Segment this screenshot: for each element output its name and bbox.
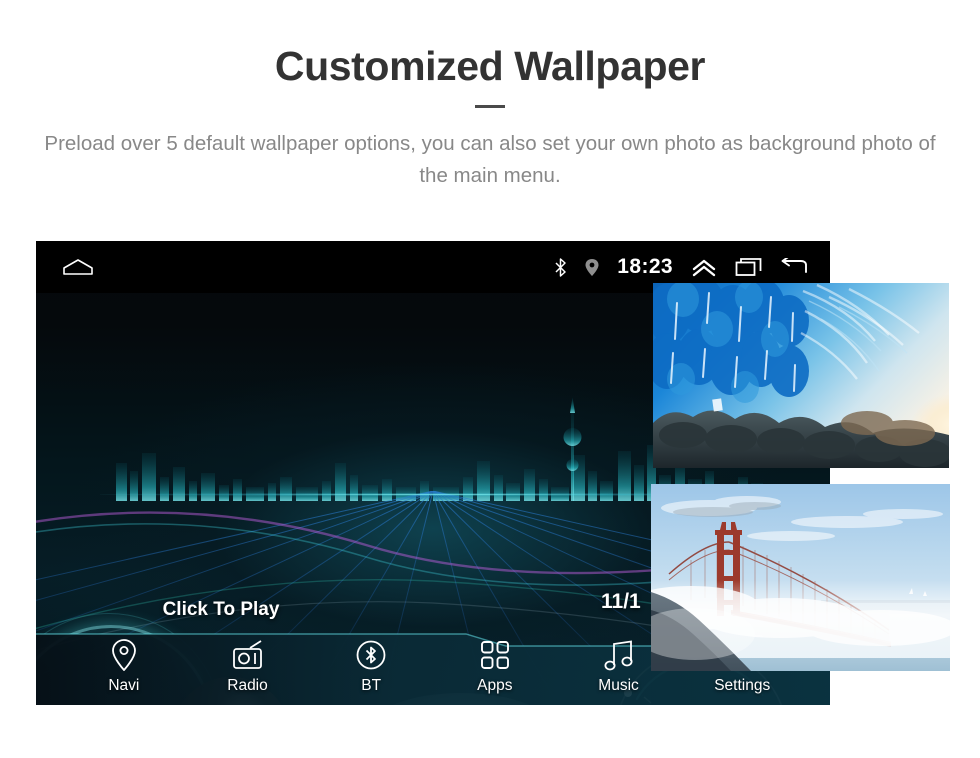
dock-label-apps: Apps (477, 677, 513, 694)
ice-cave-wallpaper[interactable] (653, 283, 949, 468)
grid-apps-icon (480, 639, 510, 671)
golden-gate-image (651, 484, 950, 671)
dock-label-navi: Navi (108, 677, 140, 694)
title-divider (475, 105, 505, 109)
bluetooth-icon (554, 257, 567, 277)
dock-label-bt: BT (361, 677, 382, 694)
recents-icon[interactable] (735, 257, 762, 277)
page-title: Customized Wallpaper (274, 43, 706, 89)
dock-label-music: Music (598, 677, 639, 694)
dock-item-apps[interactable]: Apps (433, 639, 557, 701)
dock-item-radio[interactable]: Radio (186, 639, 310, 701)
dock-label-settings: Settings (714, 677, 771, 694)
dock-item-navi[interactable]: Navi (62, 639, 186, 701)
music-note-icon (604, 639, 634, 671)
radio-icon (232, 639, 264, 671)
date-label: 11/1 (601, 590, 641, 613)
back-icon[interactable] (780, 258, 808, 276)
page-header: Customized Wallpaper Preload over 5 defa… (0, 0, 980, 192)
home-icon[interactable] (61, 257, 95, 277)
bluetooth-icon (356, 639, 386, 671)
dock-label-radio: Radio (227, 677, 268, 694)
status-bar-right-group: 18:23 (554, 255, 808, 279)
page-subtitle: Preload over 5 default wallpaper options… (44, 132, 936, 187)
dock-item-bt[interactable]: BT (309, 639, 433, 701)
gps-icon (585, 258, 599, 276)
location-pin-icon (111, 639, 137, 671)
ice-cave-image (653, 283, 949, 468)
chevron-up-icon[interactable] (691, 258, 717, 277)
golden-gate-wallpaper[interactable] (651, 484, 950, 671)
status-bar-clock: 18:23 (617, 255, 673, 278)
